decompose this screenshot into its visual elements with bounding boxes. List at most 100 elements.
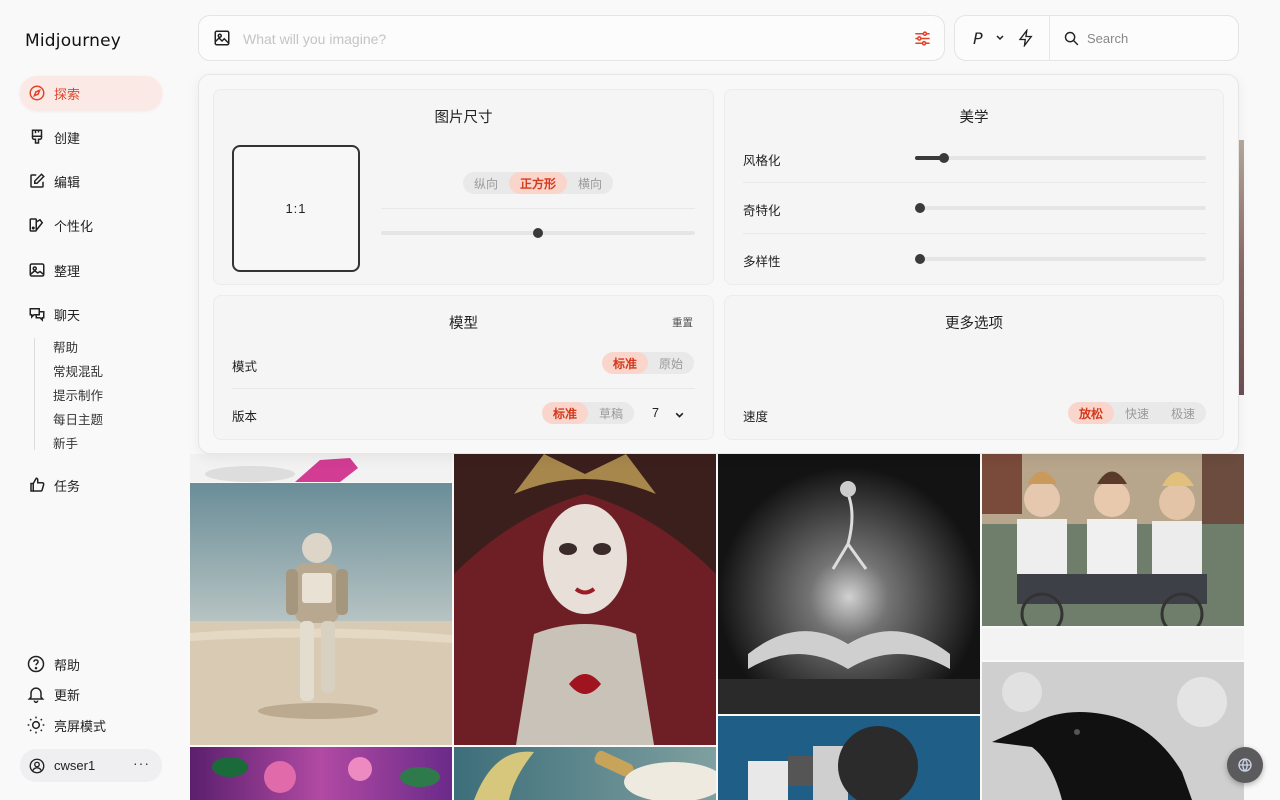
image-size-title: 图片尺寸 bbox=[434, 110, 493, 126]
compass-icon bbox=[27, 83, 47, 103]
speed-toggle: 放松 快速 极速 bbox=[1068, 402, 1207, 424]
gallery-image-art bbox=[212, 757, 440, 793]
sidebar-item-label: 个性化 bbox=[54, 218, 94, 234]
sidebar-item-label: 任务 bbox=[54, 478, 81, 494]
more-options-card: 更多选项 速度 放松 快速 极速 bbox=[724, 295, 1224, 440]
search-icon bbox=[1064, 31, 1079, 46]
thumbs-up-icon bbox=[27, 475, 47, 495]
aspect-ratio-slider-handle[interactable] bbox=[533, 228, 543, 238]
variety-label: 多样性 bbox=[743, 255, 781, 269]
updates-link[interactable]: 更新 bbox=[26, 682, 80, 706]
chat-channel-newbie[interactable]: 新手 bbox=[53, 434, 103, 458]
bell-icon bbox=[27, 687, 45, 704]
speed-fast[interactable]: 快速 bbox=[1114, 402, 1160, 424]
orientation-square[interactable]: 正方形 bbox=[509, 172, 568, 194]
gallery-image[interactable] bbox=[718, 716, 980, 800]
mode-toggle: 标准 原始 bbox=[602, 352, 695, 374]
orientation-portrait[interactable]: 纵向 bbox=[463, 172, 509, 194]
orientation-toggle: 纵向 正方形 横向 bbox=[463, 172, 614, 194]
image-icon bbox=[27, 260, 47, 280]
variety-slider-handle[interactable] bbox=[915, 254, 925, 264]
chat-channel-general[interactable]: 常规混乱 bbox=[53, 362, 103, 386]
image-upload-icon[interactable] bbox=[213, 29, 231, 47]
user-menu[interactable]: cwser1 ··· bbox=[20, 749, 162, 782]
version-select[interactable]: 7 bbox=[652, 406, 659, 420]
weird-label: 奇特化 bbox=[743, 204, 781, 218]
sidebar-item-label: 整理 bbox=[54, 263, 81, 279]
reset-button[interactable]: 重置 bbox=[672, 315, 693, 330]
bolt-icon[interactable] bbox=[1017, 29, 1035, 47]
gallery-image[interactable] bbox=[190, 454, 452, 482]
sidebar-item-create[interactable]: 创建 bbox=[20, 120, 162, 154]
prompt-input[interactable] bbox=[243, 26, 883, 52]
weird-slider-track[interactable] bbox=[915, 203, 1206, 213]
mode-standard[interactable]: 标准 bbox=[602, 352, 649, 374]
personalization-button[interactable]: P bbox=[973, 29, 983, 48]
divider bbox=[381, 208, 695, 209]
orientation-landscape[interactable]: 横向 bbox=[567, 172, 613, 194]
aesthetics-card: 美学 风格化 奇特化 多样性 bbox=[724, 89, 1224, 285]
chevron-down-icon[interactable] bbox=[674, 410, 685, 421]
toolbar-right: P bbox=[954, 15, 1239, 61]
sidebar-item-label: 创建 bbox=[54, 130, 81, 146]
speed-turbo[interactable]: 极速 bbox=[1160, 402, 1206, 424]
sidebar-item-tasks[interactable]: 任务 bbox=[20, 468, 162, 502]
aspect-ratio-preview: 1:1 bbox=[232, 145, 360, 272]
version-label: 版本 bbox=[232, 410, 258, 424]
version-standard[interactable]: 标准 bbox=[542, 402, 589, 424]
search-input[interactable] bbox=[1087, 28, 1227, 48]
more-options-title: 更多选项 bbox=[945, 316, 1003, 332]
aspect-ratio-slider-track[interactable] bbox=[381, 228, 695, 238]
sun-icon bbox=[27, 716, 45, 734]
settings-panel: 图片尺寸 1:1 纵向 正方形 横向 美学 风格化 奇特化 多样性 模型 重置 … bbox=[198, 74, 1239, 454]
chat-channel-prompt[interactable]: 提示制作 bbox=[53, 386, 103, 410]
personalize-icon bbox=[27, 215, 47, 235]
divider bbox=[743, 182, 1206, 183]
gallery-image[interactable] bbox=[190, 483, 452, 745]
sidebar-item-edit[interactable]: 编辑 bbox=[20, 164, 162, 198]
astronaut-image bbox=[190, 483, 452, 745]
stylize-slider-handle[interactable] bbox=[939, 153, 949, 163]
gallery-image-art bbox=[748, 726, 918, 800]
sidebar-item-chat[interactable]: 聊天 bbox=[20, 297, 162, 331]
mode-raw[interactable]: 原始 bbox=[648, 352, 694, 374]
updates-label: 更新 bbox=[54, 687, 81, 703]
sidebar-item-personalize[interactable]: 个性化 bbox=[20, 208, 162, 242]
help-link[interactable]: 帮助 bbox=[26, 652, 80, 676]
app-logo[interactable]: Midjourney bbox=[25, 31, 121, 51]
toolbar-divider bbox=[1049, 16, 1050, 60]
crow-image bbox=[982, 662, 1244, 800]
aesthetics-title: 美学 bbox=[959, 110, 989, 126]
chat-channel-help[interactable]: 帮助 bbox=[53, 338, 103, 362]
user-icon bbox=[29, 758, 45, 773]
gallery-image[interactable] bbox=[982, 662, 1244, 800]
image-size-card: 图片尺寸 1:1 纵向 正方形 横向 bbox=[213, 89, 714, 285]
sidebar-item-organize[interactable]: 整理 bbox=[20, 253, 162, 287]
settings-sliders-icon[interactable] bbox=[913, 29, 932, 48]
help-icon bbox=[27, 655, 45, 673]
more-options-button[interactable]: ··· bbox=[133, 755, 150, 771]
edit-icon bbox=[27, 171, 47, 191]
gallery-image-art bbox=[205, 458, 358, 482]
variety-slider-track[interactable] bbox=[915, 254, 1206, 264]
light-mode-toggle[interactable]: 亮屏模式 bbox=[26, 713, 106, 737]
stylize-slider-track[interactable] bbox=[915, 153, 1206, 163]
speed-relax[interactable]: 放松 bbox=[1068, 402, 1115, 424]
weird-slider-handle[interactable] bbox=[915, 203, 925, 213]
globe-icon bbox=[1238, 758, 1252, 772]
gallery-image[interactable] bbox=[982, 454, 1244, 626]
chevron-down-icon[interactable] bbox=[995, 33, 1005, 43]
gallery-image[interactable] bbox=[454, 454, 716, 745]
sidebar-item-explore[interactable]: 探索 bbox=[20, 76, 162, 110]
gallery-image[interactable] bbox=[982, 628, 1244, 660]
prompt-bar bbox=[198, 15, 945, 61]
model-title: 模型 bbox=[449, 316, 478, 332]
gallery-image[interactable] bbox=[718, 454, 980, 714]
help-fab-button[interactable] bbox=[1227, 747, 1263, 783]
help-label: 帮助 bbox=[54, 657, 81, 673]
gallery-image[interactable] bbox=[190, 747, 452, 800]
chat-channel-daily[interactable]: 每日主题 bbox=[53, 410, 103, 434]
gallery-image[interactable] bbox=[454, 747, 716, 800]
divider bbox=[743, 233, 1206, 234]
version-draft[interactable]: 草稿 bbox=[588, 402, 634, 424]
